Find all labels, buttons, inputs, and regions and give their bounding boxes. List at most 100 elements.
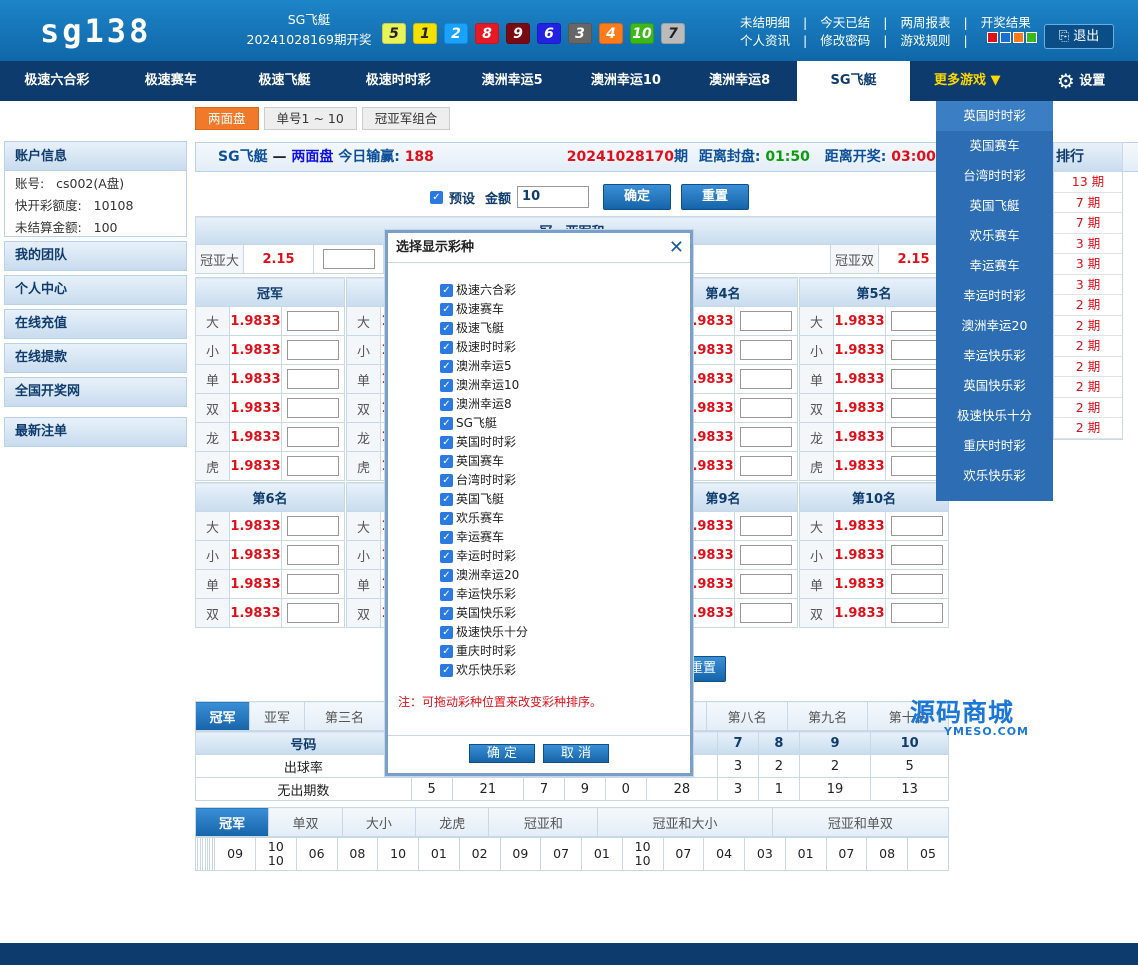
bet-input[interactable] (313, 244, 384, 274)
skin-swatch[interactable] (986, 32, 998, 43)
road-tab[interactable]: 冠亚和大小 (597, 807, 773, 837)
bet-input[interactable] (281, 364, 345, 394)
road-tab[interactable]: 大小 (341, 807, 417, 837)
game-toggle-item[interactable]: ✓ 极速赛车 (440, 300, 528, 319)
game-checkbox[interactable]: ✓ (440, 322, 453, 335)
bet-input[interactable] (281, 306, 345, 336)
bet-mode-tab[interactable]: 冠亚军组合 (361, 107, 451, 130)
confirm-button[interactable]: 确定 (603, 184, 672, 210)
bet-input[interactable] (734, 335, 798, 365)
more-games-item[interactable]: 英国快乐彩 (936, 371, 1053, 401)
bet-input[interactable] (734, 511, 798, 541)
bet-input[interactable] (281, 569, 345, 599)
bet-input[interactable] (885, 540, 949, 570)
bet-input[interactable] (885, 569, 949, 599)
game-checkbox[interactable]: ✓ (440, 550, 453, 563)
nav-item[interactable]: 极速赛车 (114, 61, 228, 101)
bet-input[interactable] (281, 335, 345, 365)
skin-swatch[interactable] (1025, 32, 1037, 43)
bet-input[interactable] (281, 393, 345, 423)
bet-input[interactable] (734, 393, 798, 423)
game-checkbox[interactable]: ✓ (440, 360, 453, 373)
game-toggle-item[interactable]: ✓ 英国时时彩 (440, 433, 528, 452)
bet-input[interactable] (734, 422, 798, 452)
game-toggle-item[interactable]: ✓ 欢乐快乐彩 (440, 661, 528, 680)
game-toggle-item[interactable]: ✓ 澳洲幸运10 (440, 376, 528, 395)
side-menu-item[interactable]: 在线提款 (4, 343, 187, 373)
game-toggle-item[interactable]: ✓ 幸运赛车 (440, 528, 528, 547)
road-tab[interactable]: 冠军 (194, 807, 270, 837)
game-checkbox[interactable]: ✓ (440, 607, 453, 620)
stats-tab[interactable]: 冠军 (194, 701, 251, 731)
side-menu-item[interactable]: 全国开奖网 (4, 377, 187, 407)
nav-item[interactable]: 极速飞艇 (228, 61, 342, 101)
road-tab[interactable]: 龙虎 (415, 807, 490, 837)
bet-input[interactable] (734, 451, 798, 481)
more-games-item[interactable]: 台湾时时彩 (936, 161, 1053, 191)
top-link[interactable]: 今天已结 (820, 14, 870, 32)
bet-input[interactable] (734, 540, 798, 570)
road-tab[interactable]: 单双 (268, 807, 343, 837)
top-link[interactable]: 修改密码 (820, 32, 870, 50)
more-games-item[interactable]: 幸运快乐彩 (936, 341, 1053, 371)
top-link[interactable]: 游戏规则 (900, 32, 950, 50)
bet-input[interactable] (734, 598, 798, 628)
side-menu-item[interactable]: 个人中心 (4, 275, 187, 305)
game-toggle-item[interactable]: ✓ 极速飞艇 (440, 319, 528, 338)
bet-input[interactable] (281, 451, 345, 481)
dialog-cancel-button[interactable]: 取 消 (543, 744, 609, 763)
bet-input[interactable] (734, 306, 798, 336)
bet-input[interactable] (734, 364, 798, 394)
game-toggle-item[interactable]: ✓ 英国快乐彩 (440, 604, 528, 623)
side-menu-item[interactable]: 最新注单 (4, 417, 187, 447)
game-checkbox[interactable]: ✓ (440, 512, 453, 525)
more-games-item[interactable]: 英国赛车 (936, 131, 1053, 161)
game-toggle-item[interactable]: ✓ 欢乐赛车 (440, 509, 528, 528)
road-tab[interactable]: 冠亚和 (488, 807, 599, 837)
game-checkbox[interactable]: ✓ (440, 531, 453, 544)
stats-tab[interactable]: 第三名 (303, 701, 386, 731)
nav-item[interactable]: 澳洲幸运10 (569, 61, 683, 101)
game-checkbox[interactable]: ✓ (440, 379, 453, 392)
logout-button[interactable]: ⎘ 退出 (1044, 24, 1114, 49)
close-icon[interactable]: ✕ (669, 233, 684, 263)
stats-tab[interactable]: 亚军 (249, 701, 305, 731)
stats-tab[interactable]: 第八名 (706, 701, 788, 731)
game-checkbox[interactable]: ✓ (440, 569, 453, 582)
more-games-item[interactable]: 重庆时时彩 (936, 431, 1053, 461)
game-checkbox[interactable]: ✓ (440, 398, 453, 411)
bet-input[interactable] (885, 598, 949, 628)
game-checkbox[interactable]: ✓ (440, 626, 453, 639)
game-checkbox[interactable]: ✓ (440, 474, 453, 487)
game-toggle-item[interactable]: ✓ 澳洲幸运8 (440, 395, 528, 414)
nav-item[interactable]: SG飞艇 (796, 61, 911, 101)
game-toggle-item[interactable]: ✓ 重庆时时彩 (440, 642, 528, 661)
bet-input[interactable] (734, 569, 798, 599)
bet-input[interactable] (281, 511, 345, 541)
game-checkbox[interactable]: ✓ (440, 493, 453, 506)
bet-mode-tab[interactable]: 两面盘 (195, 107, 259, 130)
road-tab[interactable]: 冠亚和单双 (771, 807, 950, 837)
site-logo[interactable]: sg138 (40, 12, 151, 50)
game-checkbox[interactable]: ✓ (440, 341, 453, 354)
bet-input[interactable] (281, 540, 345, 570)
top-link[interactable]: 未结明细 (740, 14, 790, 32)
nav-item[interactable]: 澳洲幸运8 (683, 61, 797, 101)
game-checkbox[interactable]: ✓ (440, 664, 453, 677)
game-toggle-item[interactable]: ✓ 极速六合彩 (440, 281, 528, 300)
dialog-ok-button[interactable]: 确 定 (469, 744, 535, 763)
game-toggle-item[interactable]: ✓ 极速时时彩 (440, 338, 528, 357)
skin-swatch[interactable] (1012, 32, 1024, 43)
game-checkbox[interactable]: ✓ (440, 645, 453, 658)
more-games-item[interactable]: 幸运赛车 (936, 251, 1053, 281)
game-toggle-item[interactable]: ✓ 幸运时时彩 (440, 547, 528, 566)
game-toggle-item[interactable]: ✓ 英国飞艇 (440, 490, 528, 509)
reset-button[interactable]: 重置 (681, 184, 750, 210)
bet-mode-tab[interactable]: 单号1 ~ 10 (263, 107, 357, 130)
amount-input[interactable]: 10 (517, 186, 590, 208)
bet-input[interactable] (281, 598, 345, 628)
game-toggle-item[interactable]: ✓ 英国赛车 (440, 452, 528, 471)
preset-checkbox[interactable]: ✓ (430, 190, 443, 204)
game-checkbox[interactable]: ✓ (440, 436, 453, 449)
stats-tab[interactable]: 第九名 (786, 701, 869, 731)
